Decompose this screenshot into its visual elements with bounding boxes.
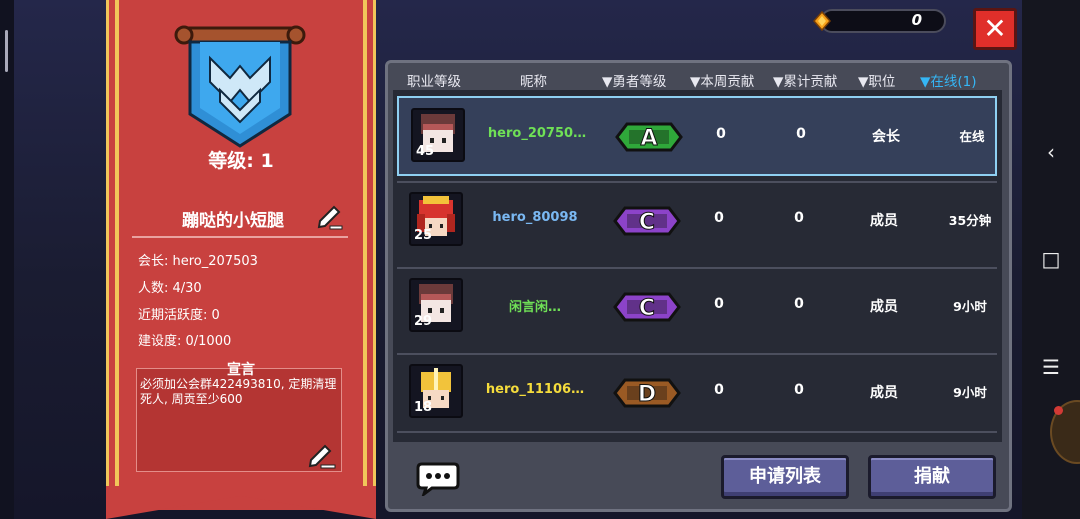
- total-contribution: 0: [796, 126, 806, 142]
- member-avatar[interactable]: 29: [409, 278, 463, 332]
- column-header-2[interactable]: ▼勇者等级: [602, 70, 666, 90]
- row-divider: [397, 181, 997, 183]
- column-header-label: 勇者等级: [612, 74, 667, 90]
- menu-icon[interactable]: ☰: [1038, 354, 1064, 380]
- column-header-label: 本周贡献: [700, 74, 755, 90]
- hero-rank-badge: D: [613, 374, 681, 412]
- class-level: 29: [414, 314, 433, 329]
- hero-rank-badge: A: [615, 118, 683, 156]
- sort-arrow-icon: ▼: [773, 74, 784, 90]
- donate-button[interactable]: 捐献: [868, 455, 996, 499]
- column-header-1: 昵称: [520, 70, 547, 90]
- back-icon[interactable]: ‹: [1038, 139, 1064, 165]
- member-position: 成员: [870, 299, 898, 315]
- total-contribution: 0: [794, 210, 804, 226]
- column-header-6[interactable]: ▼在线(1): [920, 70, 977, 90]
- home-icon[interactable]: □: [1038, 246, 1064, 272]
- svg-text:C: C: [639, 296, 655, 321]
- guild-construction: 建设度: 0/1000: [138, 334, 232, 349]
- member-nickname: 闲言闲…: [508, 300, 561, 315]
- total-contribution: 0: [794, 382, 804, 398]
- online-status: 9小时: [953, 385, 987, 400]
- sort-arrow-icon: ▼: [858, 74, 869, 90]
- apply-list-button[interactable]: 申请列表: [721, 455, 849, 499]
- declaration-title: 宣言: [227, 362, 255, 378]
- total-contribution: 0: [794, 296, 804, 312]
- column-header-4[interactable]: ▼累计贡献: [773, 70, 837, 90]
- column-header-label: 职业等级: [407, 74, 461, 90]
- member-row[interactable]: 45 hero_20750… A 0 0 会长 在线: [397, 96, 997, 176]
- column-header-3[interactable]: ▼本周贡献: [690, 70, 754, 90]
- member-row[interactable]: 29 闲言闲… C 0 0 成员 9小时: [397, 268, 997, 348]
- column-header-0: 职业等级: [407, 70, 461, 90]
- member-avatar[interactable]: 18: [409, 364, 463, 418]
- svg-text:C: C: [639, 210, 655, 235]
- row-divider: [397, 431, 997, 433]
- edit-name-icon[interactable]: [314, 201, 344, 231]
- edit-declaration-icon[interactable]: [306, 440, 338, 470]
- edge-handle[interactable]: [5, 30, 8, 72]
- close-icon: ✕: [983, 12, 1007, 45]
- weekly-contribution: 0: [714, 296, 724, 312]
- sort-arrow-icon: ▼: [602, 74, 613, 90]
- hero-rank-badge: C: [613, 288, 681, 326]
- guild-emblem-icon: [174, 25, 306, 148]
- guild-activity: 近期活跃度: 0: [138, 308, 220, 323]
- system-edge: [0, 0, 14, 519]
- member-nickname: hero_80098: [492, 210, 578, 225]
- close-button[interactable]: ✕: [973, 8, 1017, 50]
- column-header-label: 累计贡献: [783, 74, 838, 90]
- member-avatar[interactable]: 25: [409, 192, 463, 246]
- weekly-contribution: 0: [714, 382, 724, 398]
- online-status: 在线: [959, 129, 985, 144]
- member-position: 成员: [870, 385, 898, 401]
- class-level: 45: [416, 144, 435, 159]
- coin-icon: [812, 11, 832, 31]
- sort-arrow-icon: ▼: [920, 74, 931, 90]
- column-header-label: 昵称: [520, 74, 547, 90]
- guild-members: 人数: 4/30: [138, 281, 202, 296]
- guild-leader: 会长: hero_207503: [138, 254, 258, 269]
- class-level: 25: [414, 228, 433, 243]
- member-row[interactable]: 18 hero_11106… D 0 0 成员 9小时: [397, 354, 997, 434]
- row-divider: [397, 353, 997, 355]
- svg-text:A: A: [640, 126, 657, 151]
- online-status: 35分钟: [948, 213, 992, 228]
- currency-amount: 0: [911, 11, 922, 29]
- sort-arrow-icon: ▼: [690, 74, 701, 90]
- column-header-label: 职位: [868, 74, 896, 90]
- chat-icon[interactable]: [416, 460, 460, 496]
- column-header-label: 在线(1): [930, 74, 977, 90]
- weekly-contribution: 0: [714, 210, 724, 226]
- member-position: 会长: [872, 129, 900, 145]
- member-position: 成员: [870, 213, 898, 229]
- row-divider: [397, 267, 997, 269]
- member-avatar[interactable]: 45: [411, 108, 465, 162]
- guild-level: 等级: 1: [208, 150, 274, 172]
- member-nickname: hero_11106…: [485, 382, 585, 397]
- guild-name: 蹦哒的小短腿: [182, 211, 284, 231]
- weekly-contribution: 0: [716, 126, 726, 142]
- declaration-text: 必须加公会群422493810, 定期清理死人, 周贡至少600: [140, 377, 337, 406]
- member-nickname: hero_20750…: [487, 126, 587, 141]
- column-header-5[interactable]: ▼职位: [858, 70, 895, 90]
- svg-text:D: D: [638, 382, 656, 407]
- currency-bar: [820, 9, 946, 33]
- online-status: 9小时: [953, 299, 987, 314]
- notification-dot: [1054, 406, 1063, 415]
- class-level: 18: [414, 400, 433, 415]
- divider: [132, 236, 348, 238]
- hero-rank-badge: C: [613, 202, 681, 240]
- member-row[interactable]: 25 hero_80098 C 0 0 成员 35分钟: [397, 182, 997, 262]
